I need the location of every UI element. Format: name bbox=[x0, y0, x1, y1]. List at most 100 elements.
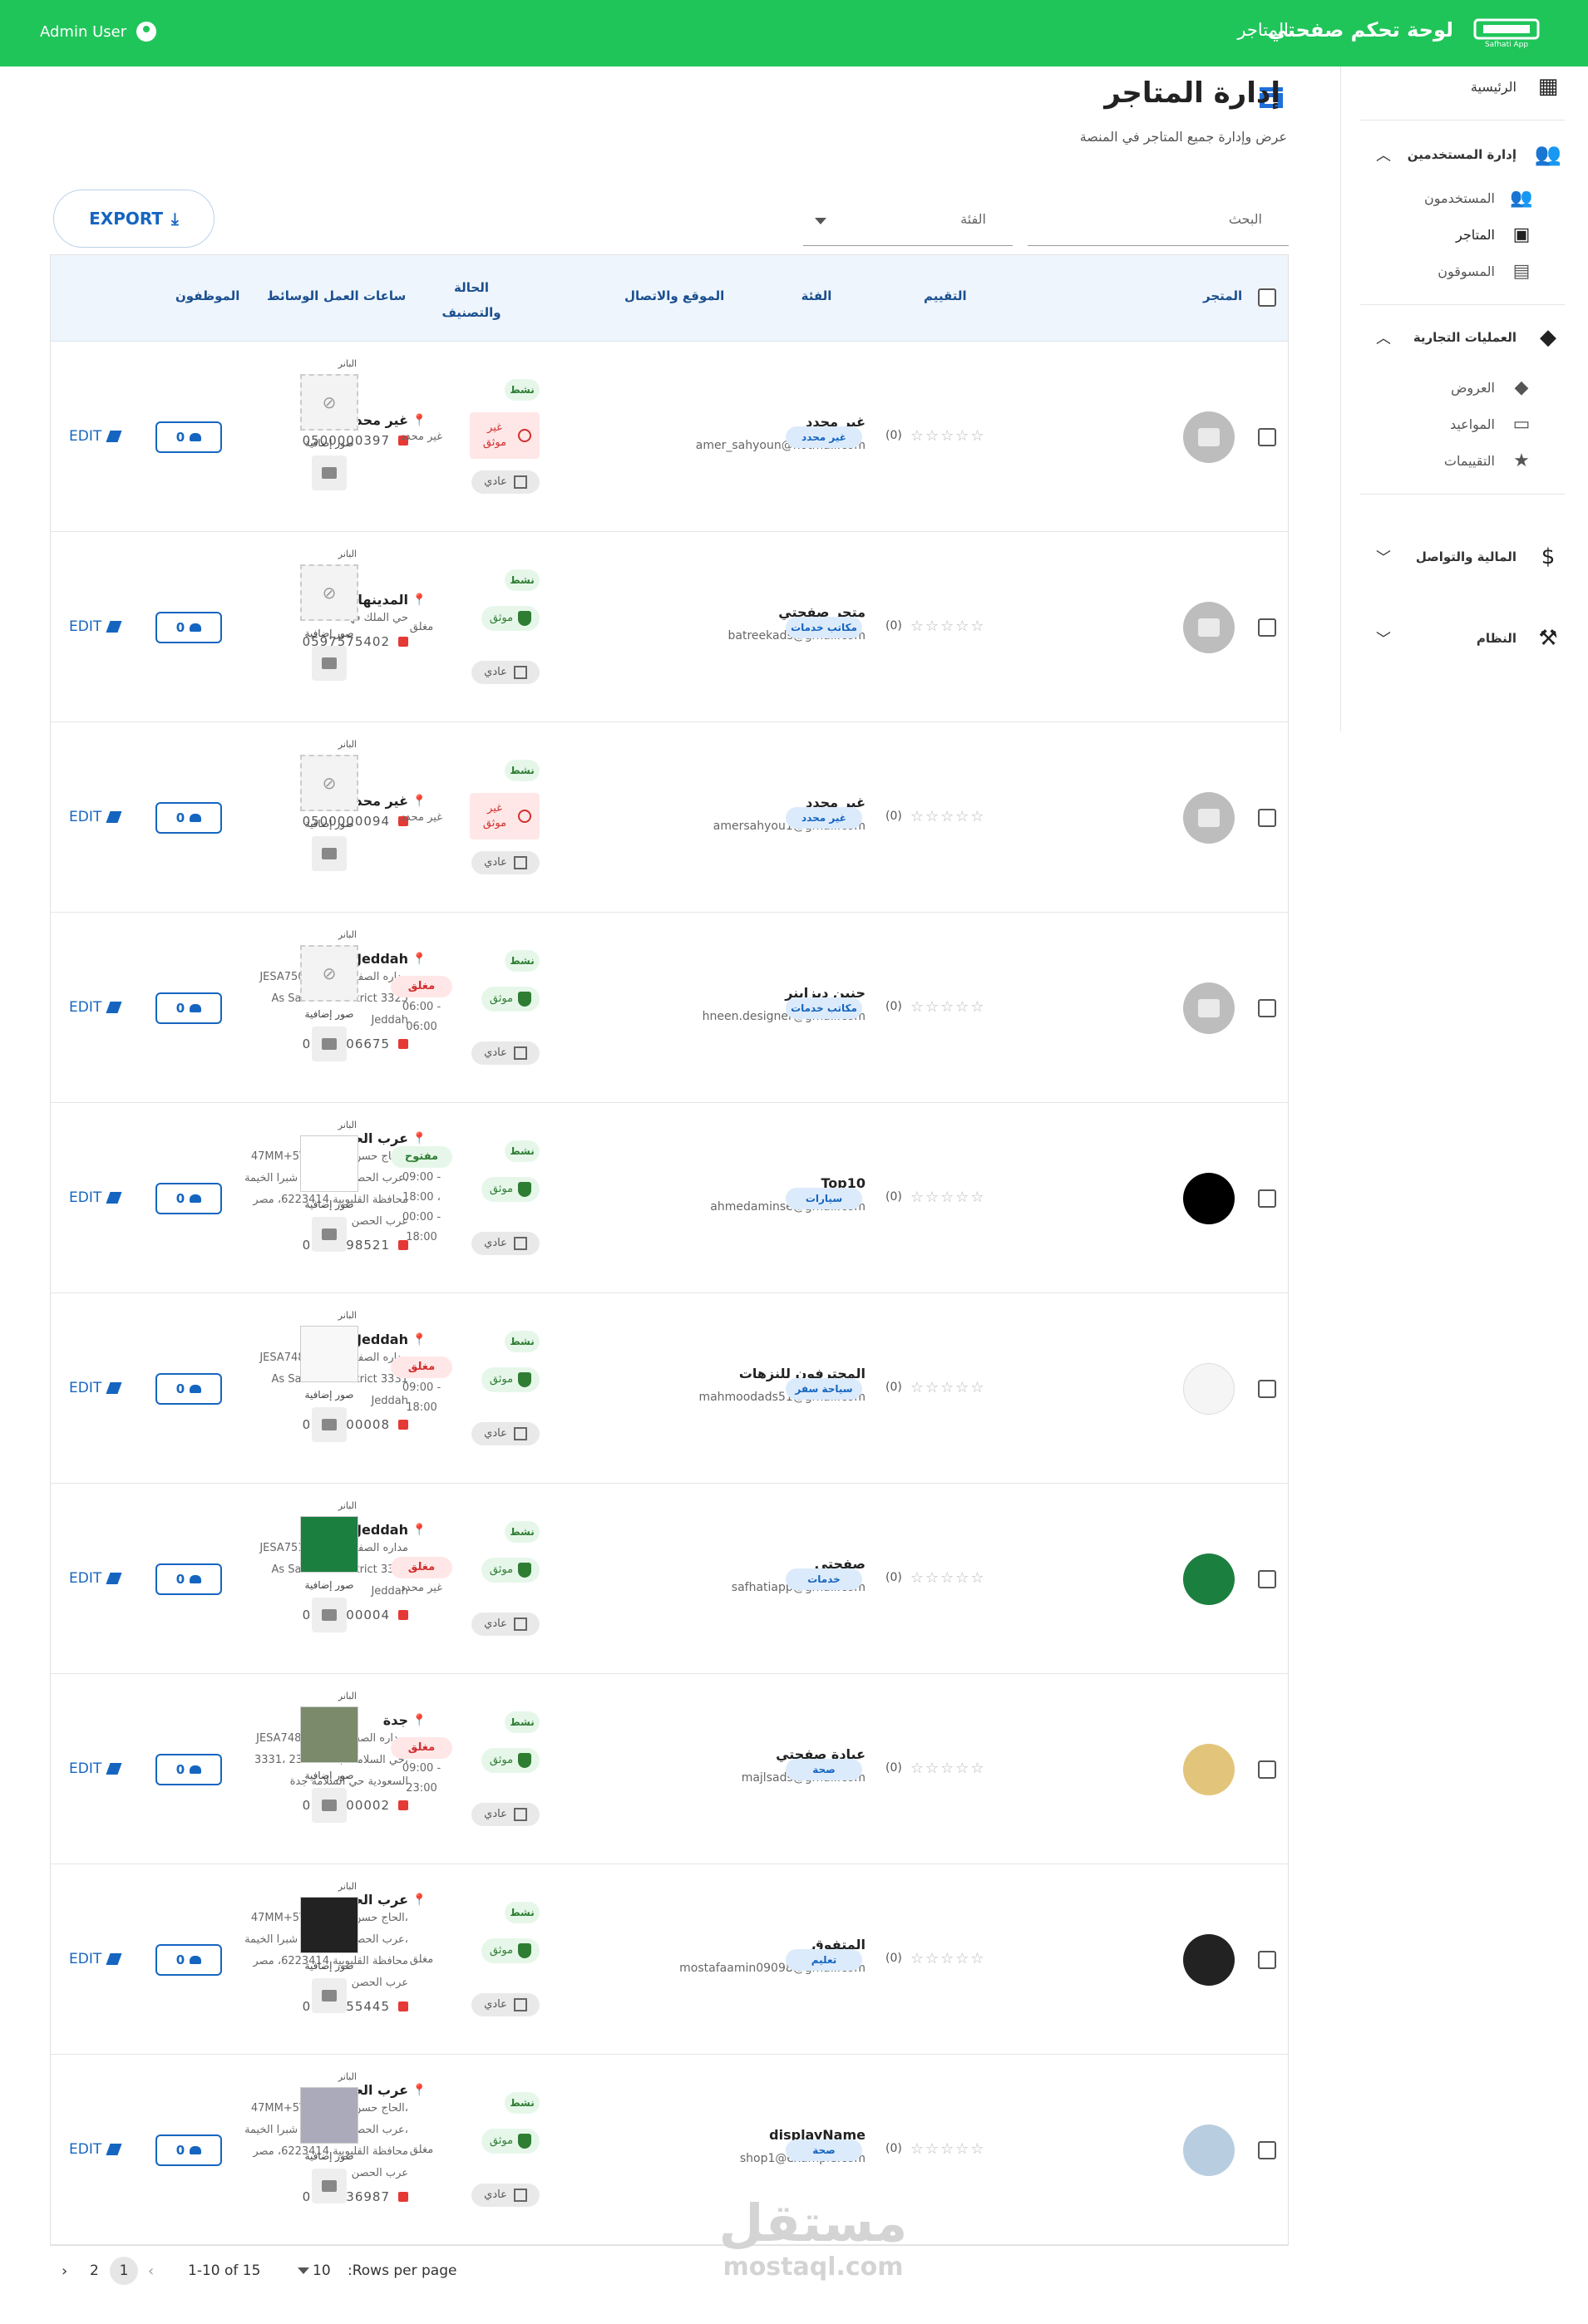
image-icon bbox=[322, 1990, 337, 2001]
edit-button[interactable]: EDIT bbox=[69, 809, 122, 825]
page-2-button[interactable]: 2 bbox=[90, 2262, 99, 2279]
row-checkbox[interactable] bbox=[1258, 1760, 1276, 1779]
verified-label: موثق bbox=[489, 1944, 514, 1957]
tag-icon: ◆ bbox=[1514, 377, 1529, 398]
sidebar-item-appointments[interactable]: ▭ المواعيد bbox=[1341, 406, 1588, 442]
banner-image[interactable] bbox=[300, 1135, 358, 1192]
banner-image[interactable]: ⊘ bbox=[300, 945, 358, 1002]
column-header-status[interactable]: الحالة والتصنيف bbox=[438, 275, 505, 325]
staff-count-button[interactable]: 0 bbox=[155, 1372, 222, 1405]
banner-image[interactable]: ⊘ bbox=[300, 755, 358, 811]
edit-button[interactable]: EDIT bbox=[69, 2141, 122, 2158]
pencil-icon bbox=[106, 620, 122, 633]
column-header-media[interactable]: الوسائط bbox=[267, 288, 318, 303]
sidebar-item-marketers[interactable]: ▤ المسوقون bbox=[1341, 253, 1588, 289]
banner-label: البانر bbox=[338, 1881, 357, 1892]
row-checkbox[interactable] bbox=[1258, 998, 1276, 1017]
extra-images-button[interactable] bbox=[312, 646, 347, 681]
user-menu[interactable]: Admin User bbox=[40, 22, 157, 42]
star-rating-icon: ☆☆☆☆☆ bbox=[910, 1188, 986, 1206]
row-checkbox[interactable] bbox=[1258, 1950, 1276, 1969]
edit-button[interactable]: EDIT bbox=[69, 1570, 122, 1587]
banner-image[interactable] bbox=[300, 1516, 358, 1573]
edit-button[interactable]: EDIT bbox=[69, 1760, 122, 1777]
sidebar-group-business[interactable]: ◆ العمليات التجارية ︿ bbox=[1341, 319, 1588, 356]
category-select[interactable]: الفئة bbox=[803, 196, 1013, 246]
column-header-category[interactable]: الفئة bbox=[787, 288, 846, 303]
staff-count-button[interactable]: 0 bbox=[155, 611, 222, 643]
phone-icon bbox=[398, 1039, 408, 1049]
stores-table: المتجر التقييم الفئة الموقع والاتصال الح… bbox=[50, 254, 1289, 2246]
row-checkbox[interactable] bbox=[1258, 808, 1276, 827]
extra-images-button[interactable] bbox=[312, 836, 347, 871]
banner-image[interactable] bbox=[300, 1326, 358, 1382]
select-all-checkbox[interactable] bbox=[1258, 288, 1276, 307]
column-header-staff[interactable]: الموظفون bbox=[175, 288, 239, 303]
sidebar-group-finance[interactable]: $ المالية والتواصل ﹀ bbox=[1341, 539, 1588, 575]
edit-button[interactable]: EDIT bbox=[69, 428, 122, 445]
edit-button[interactable]: EDIT bbox=[69, 1189, 122, 1206]
next-page-button[interactable]: › bbox=[62, 2262, 67, 2280]
extra-images-label: صور إضافية bbox=[304, 628, 354, 639]
closed-status-chip: مغلق bbox=[391, 1356, 452, 1379]
edit-button[interactable]: EDIT bbox=[69, 1951, 122, 1967]
extra-images-button[interactable] bbox=[312, 1598, 347, 1632]
staff-count: 0 bbox=[175, 1761, 185, 1777]
sidebar-item-ratings[interactable]: ★ التقييمات bbox=[1341, 442, 1588, 479]
sidebar-item-stores[interactable]: ▣ المتاجر bbox=[1341, 216, 1588, 253]
edit-button[interactable]: EDIT bbox=[69, 999, 122, 1016]
column-header-hours[interactable]: ساعات العمل bbox=[323, 288, 406, 303]
sidebar-item-users[interactable]: 👥 المستخدمون bbox=[1341, 180, 1588, 216]
row-checkbox[interactable] bbox=[1258, 2140, 1276, 2159]
column-header-store[interactable]: المتجر bbox=[1203, 288, 1242, 303]
staff-count-button[interactable]: 0 bbox=[155, 992, 222, 1024]
staff-count-button[interactable]: 0 bbox=[155, 421, 222, 453]
banner-image[interactable] bbox=[300, 1897, 358, 1953]
rows-per-page-select[interactable]: 10 bbox=[313, 2262, 331, 2279]
previous-page-button[interactable]: ‹ bbox=[148, 2262, 154, 2280]
banner-image[interactable] bbox=[300, 2087, 358, 2144]
star-rating-icon: ☆☆☆☆☆ bbox=[910, 2139, 986, 2158]
banner-image[interactable]: ⊘ bbox=[300, 564, 358, 621]
status-badge-active: نشط bbox=[505, 759, 540, 781]
staff-count-button[interactable]: 0 bbox=[155, 801, 222, 834]
extra-images-button[interactable] bbox=[312, 1027, 347, 1061]
star-rating-icon: ☆☆☆☆☆ bbox=[910, 1378, 986, 1396]
caret-down-icon[interactable] bbox=[298, 2267, 309, 2274]
staff-count-button[interactable]: 0 bbox=[155, 1943, 222, 1976]
column-header-location[interactable]: الموقع والاتصال bbox=[624, 288, 724, 303]
banner-image[interactable]: ⊘ bbox=[300, 374, 358, 431]
phone-number: 0503698521 bbox=[159, 1238, 408, 1253]
caret-down-icon bbox=[815, 218, 826, 224]
banner-image[interactable] bbox=[300, 1706, 358, 1763]
extra-images-button[interactable] bbox=[312, 1407, 347, 1442]
media-cell: البانر ⊘ صور إضافية bbox=[292, 739, 367, 871]
export-button[interactable]: EXPORT ⤓ bbox=[53, 190, 215, 248]
staff-count-button[interactable]: 0 bbox=[155, 1563, 222, 1595]
row-checkbox[interactable] bbox=[1258, 1189, 1276, 1208]
row-checkbox[interactable] bbox=[1258, 618, 1276, 637]
extra-images-button[interactable] bbox=[312, 455, 347, 490]
edit-button[interactable]: EDIT bbox=[69, 618, 122, 635]
sidebar-group-system[interactable]: ⚒ النظام ﹀ bbox=[1341, 620, 1588, 657]
sidebar-item-home[interactable]: ▦ الرئيسية bbox=[1341, 68, 1588, 105]
dashboard-brand-title: لوحة تحكم صفحتي bbox=[1267, 18, 1453, 42]
people-icon bbox=[190, 1194, 202, 1203]
edit-button[interactable]: EDIT bbox=[69, 1380, 122, 1396]
store-rating: (0) ☆☆☆☆☆ bbox=[885, 1569, 986, 1587]
column-header-rating[interactable]: التقييم bbox=[924, 288, 967, 303]
page-1-button[interactable]: 1 bbox=[110, 2257, 138, 2285]
staff-count-button[interactable]: 0 bbox=[155, 2134, 222, 2166]
extra-images-button[interactable] bbox=[312, 1788, 347, 1823]
extra-images-button[interactable] bbox=[312, 1978, 347, 2013]
row-checkbox[interactable] bbox=[1258, 1569, 1276, 1588]
extra-images-button[interactable] bbox=[312, 2169, 347, 2203]
row-checkbox[interactable] bbox=[1258, 427, 1276, 446]
staff-count-button[interactable]: 0 bbox=[155, 1182, 222, 1214]
staff-count-button[interactable]: 0 bbox=[155, 1753, 222, 1785]
sidebar-item-offers[interactable]: ◆ العروض bbox=[1341, 369, 1588, 406]
extra-images-button[interactable] bbox=[312, 1217, 347, 1252]
search-input[interactable]: البحث bbox=[1028, 196, 1289, 246]
sidebar-group-users[interactable]: 👥 إدارة المستخدمين ︿ bbox=[1341, 136, 1588, 173]
row-checkbox[interactable] bbox=[1258, 1379, 1276, 1398]
